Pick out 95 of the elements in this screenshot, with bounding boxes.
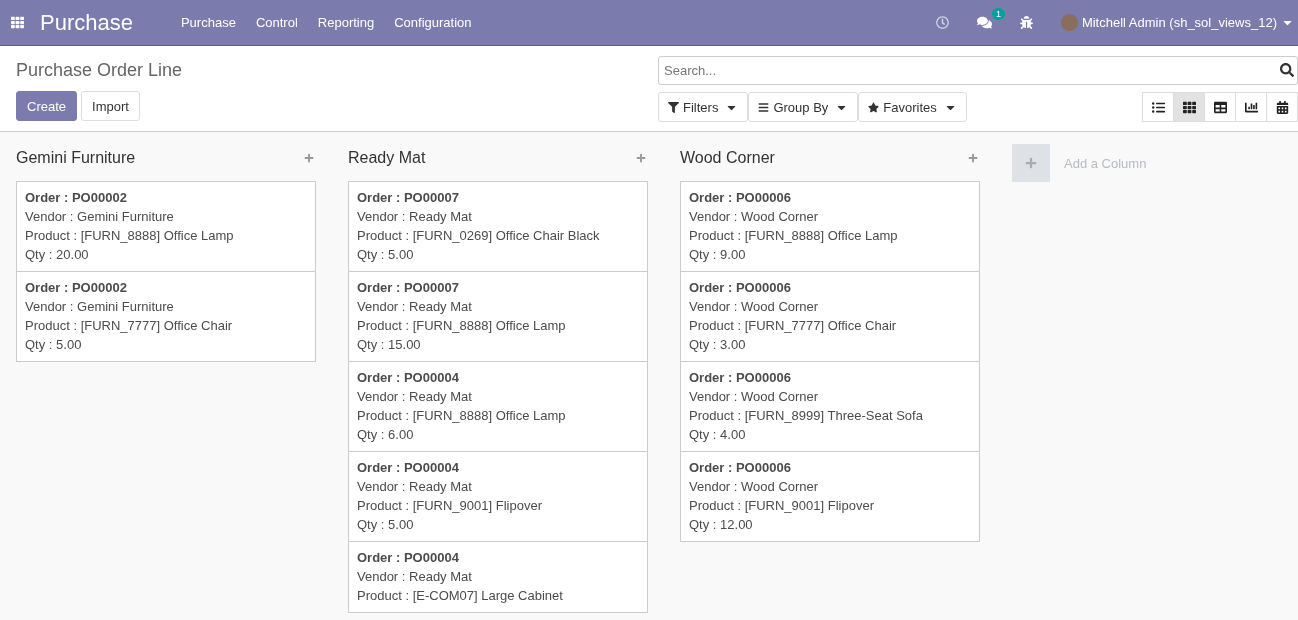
breadcrumb: Purchase Order Line	[16, 60, 183, 81]
card-field: Vendor : Ready Mat	[357, 389, 639, 405]
star-icon	[868, 101, 880, 113]
card-field: Order : PO00002	[25, 190, 307, 206]
import-button[interactable]: Import	[81, 91, 140, 121]
card-field: Order : PO00002	[25, 280, 307, 296]
card-field: Order : PO00006	[689, 370, 971, 386]
card-field: Qty : 3.00	[689, 337, 971, 353]
filter-dropdown[interactable]: Favorites	[858, 92, 967, 122]
card-field: Product : [FURN_8888] Office Lamp	[357, 318, 639, 334]
menu-item[interactable]: Purchase	[170, 15, 246, 30]
avatar	[1060, 14, 1078, 31]
card-field: Vendor : Gemini Furniture	[25, 209, 307, 225]
user-menu[interactable]: Mitchell Admin (sh_sol_views_12)	[1060, 14, 1294, 31]
search-field[interactable]: Search...	[658, 56, 1298, 85]
card-field: Qty : 5.00	[357, 247, 639, 263]
kanban-card[interactable]: Order : PO00006 Vendor : Wood Corner Product : [FURN_8888] Office Lamp Qty : 9.00	[680, 181, 980, 272]
menu-item[interactable]: Configuration	[384, 15, 482, 30]
card-field: Order : PO00006	[689, 280, 971, 296]
card-field: Order : PO00006	[689, 190, 971, 206]
graph-view-button[interactable]	[1235, 92, 1267, 122]
bug-icon[interactable]	[1019, 16, 1033, 29]
card-field: Product : [FURN_7777] Office Chair	[25, 318, 307, 334]
calendar-icon	[1275, 100, 1289, 114]
list-icon	[1151, 100, 1165, 114]
filter-icon	[668, 101, 679, 113]
card-field: Qty : 20.00	[25, 247, 307, 263]
filter-dropdown[interactable]: Group By	[748, 92, 859, 122]
calendar-view-button[interactable]	[1266, 92, 1298, 122]
message-count: 1	[991, 8, 1005, 20]
card-field: Product : [E-COM07] Large Cabinet	[357, 588, 639, 604]
card-field: Qty : 5.00	[357, 517, 639, 533]
card-field: Vendor : Wood Corner	[689, 299, 971, 315]
card-field: Qty : 9.00	[689, 247, 971, 263]
list-view-button[interactable]	[1142, 92, 1174, 122]
card-field: Product : [FURN_0269] Office Chair Black	[357, 228, 639, 244]
plus-icon[interactable]	[304, 153, 314, 163]
chat-icon[interactable]	[976, 15, 992, 30]
kanban-card[interactable]: Order : PO00004 Vendor : Ready Mat Product : [E-COM07] Large Cabinet	[348, 541, 648, 613]
card-field: Vendor : Gemini Furniture	[25, 299, 307, 315]
kanban-icon	[1182, 100, 1196, 114]
plus-icon	[1025, 157, 1037, 169]
card-field: Order : PO00007	[357, 280, 639, 296]
plus-icon[interactable]	[968, 153, 978, 163]
card-field: Order : PO00007	[357, 190, 639, 206]
kanban-card[interactable]: Order : PO00002 Vendor : Gemini Furniture Product : [FURN_8888] Office Lamp Qty : 20.00	[16, 181, 316, 272]
app-title: Purchase	[40, 9, 133, 36]
add-column-label: Add a Column	[1064, 155, 1147, 171]
bars-icon	[758, 101, 770, 113]
card-field: Order : PO00006	[689, 460, 971, 476]
card-field: Product : [FURN_9001] Flipover	[357, 498, 639, 514]
search-icon[interactable]	[1280, 63, 1294, 77]
column-title: Ready Mat	[348, 149, 426, 167]
card-field: Product : [FURN_9001] Flipover	[689, 498, 971, 514]
card-field: Order : PO00004	[357, 550, 639, 566]
kanban-card[interactable]: Order : PO00007 Vendor : Ready Mat Product : [FURN_0269] Office Chair Black Qty : 5.00	[348, 181, 648, 272]
kanban-view-button[interactable]	[1173, 92, 1205, 122]
kanban-card[interactable]: Order : PO00006 Vendor : Wood Corner Product : [FURN_7777] Office Chair Qty : 3.00	[680, 271, 980, 362]
card-field: Vendor : Ready Mat	[357, 209, 639, 225]
kanban-card[interactable]: Order : PO00004 Vendor : Ready Mat Product : [FURN_8888] Office Lamp Qty : 6.00	[348, 361, 648, 452]
card-field: Vendor : Wood Corner	[689, 389, 971, 405]
card-field: Order : PO00004	[357, 460, 639, 476]
card-field: Qty : 5.00	[25, 337, 307, 353]
menu-item[interactable]: Reporting	[307, 15, 385, 30]
card-field: Qty : 4.00	[689, 427, 971, 443]
kanban-card[interactable]: Order : PO00006 Vendor : Wood Corner Product : [FURN_8999] Three-Seat Sofa Qty : 4.00	[680, 361, 980, 452]
card-field: Qty : 12.00	[689, 517, 971, 533]
card-field: Vendor : Wood Corner	[689, 209, 971, 225]
card-field: Product : [FURN_8888] Office Lamp	[357, 408, 639, 424]
card-field: Product : [FURN_8999] Three-Seat Sofa	[689, 408, 971, 424]
kanban-card[interactable]: Order : PO00004 Vendor : Ready Mat Product : [FURN_9001] Flipover Qty : 5.00	[348, 451, 648, 542]
clock-icon[interactable]	[935, 16, 949, 29]
create-button[interactable]: Create	[16, 91, 78, 121]
column-title: Wood Corner	[680, 149, 775, 167]
apps-grid-icon[interactable]	[11, 16, 24, 29]
card-field: Vendor : Ready Mat	[357, 479, 639, 495]
plus-icon[interactable]	[636, 153, 646, 163]
card-field: Product : [FURN_8888] Office Lamp	[25, 228, 307, 244]
card-field: Vendor : Wood Corner	[689, 479, 971, 495]
column-title: Gemini Furniture	[16, 149, 136, 167]
pivot-icon	[1213, 100, 1227, 114]
kanban-card[interactable]: Order : PO00007 Vendor : Ready Mat Product : [FURN_8888] Office Lamp Qty : 15.00	[348, 271, 648, 362]
kanban-card[interactable]: Order : PO00006 Vendor : Wood Corner Product : [FURN_9001] Flipover Qty : 12.00	[680, 451, 980, 542]
graph-icon	[1244, 100, 1258, 114]
card-field: Order : PO00004	[357, 370, 639, 386]
card-field: Product : [FURN_7777] Office Chair	[689, 318, 971, 334]
card-field: Qty : 15.00	[357, 337, 639, 353]
menu-item[interactable]: Control	[245, 15, 308, 30]
card-field: Vendor : Ready Mat	[357, 569, 639, 585]
card-field: Vendor : Ready Mat	[357, 299, 639, 315]
card-field: Product : [FURN_8888] Office Lamp	[689, 228, 971, 244]
card-field: Qty : 6.00	[357, 427, 639, 443]
pivot-view-button[interactable]	[1204, 92, 1236, 122]
kanban-card[interactable]: Order : PO00002 Vendor : Gemini Furniture Product : [FURN_7777] Office Chair Qty : 5.00	[16, 271, 316, 362]
filter-dropdown[interactable]: Filters	[658, 92, 749, 122]
